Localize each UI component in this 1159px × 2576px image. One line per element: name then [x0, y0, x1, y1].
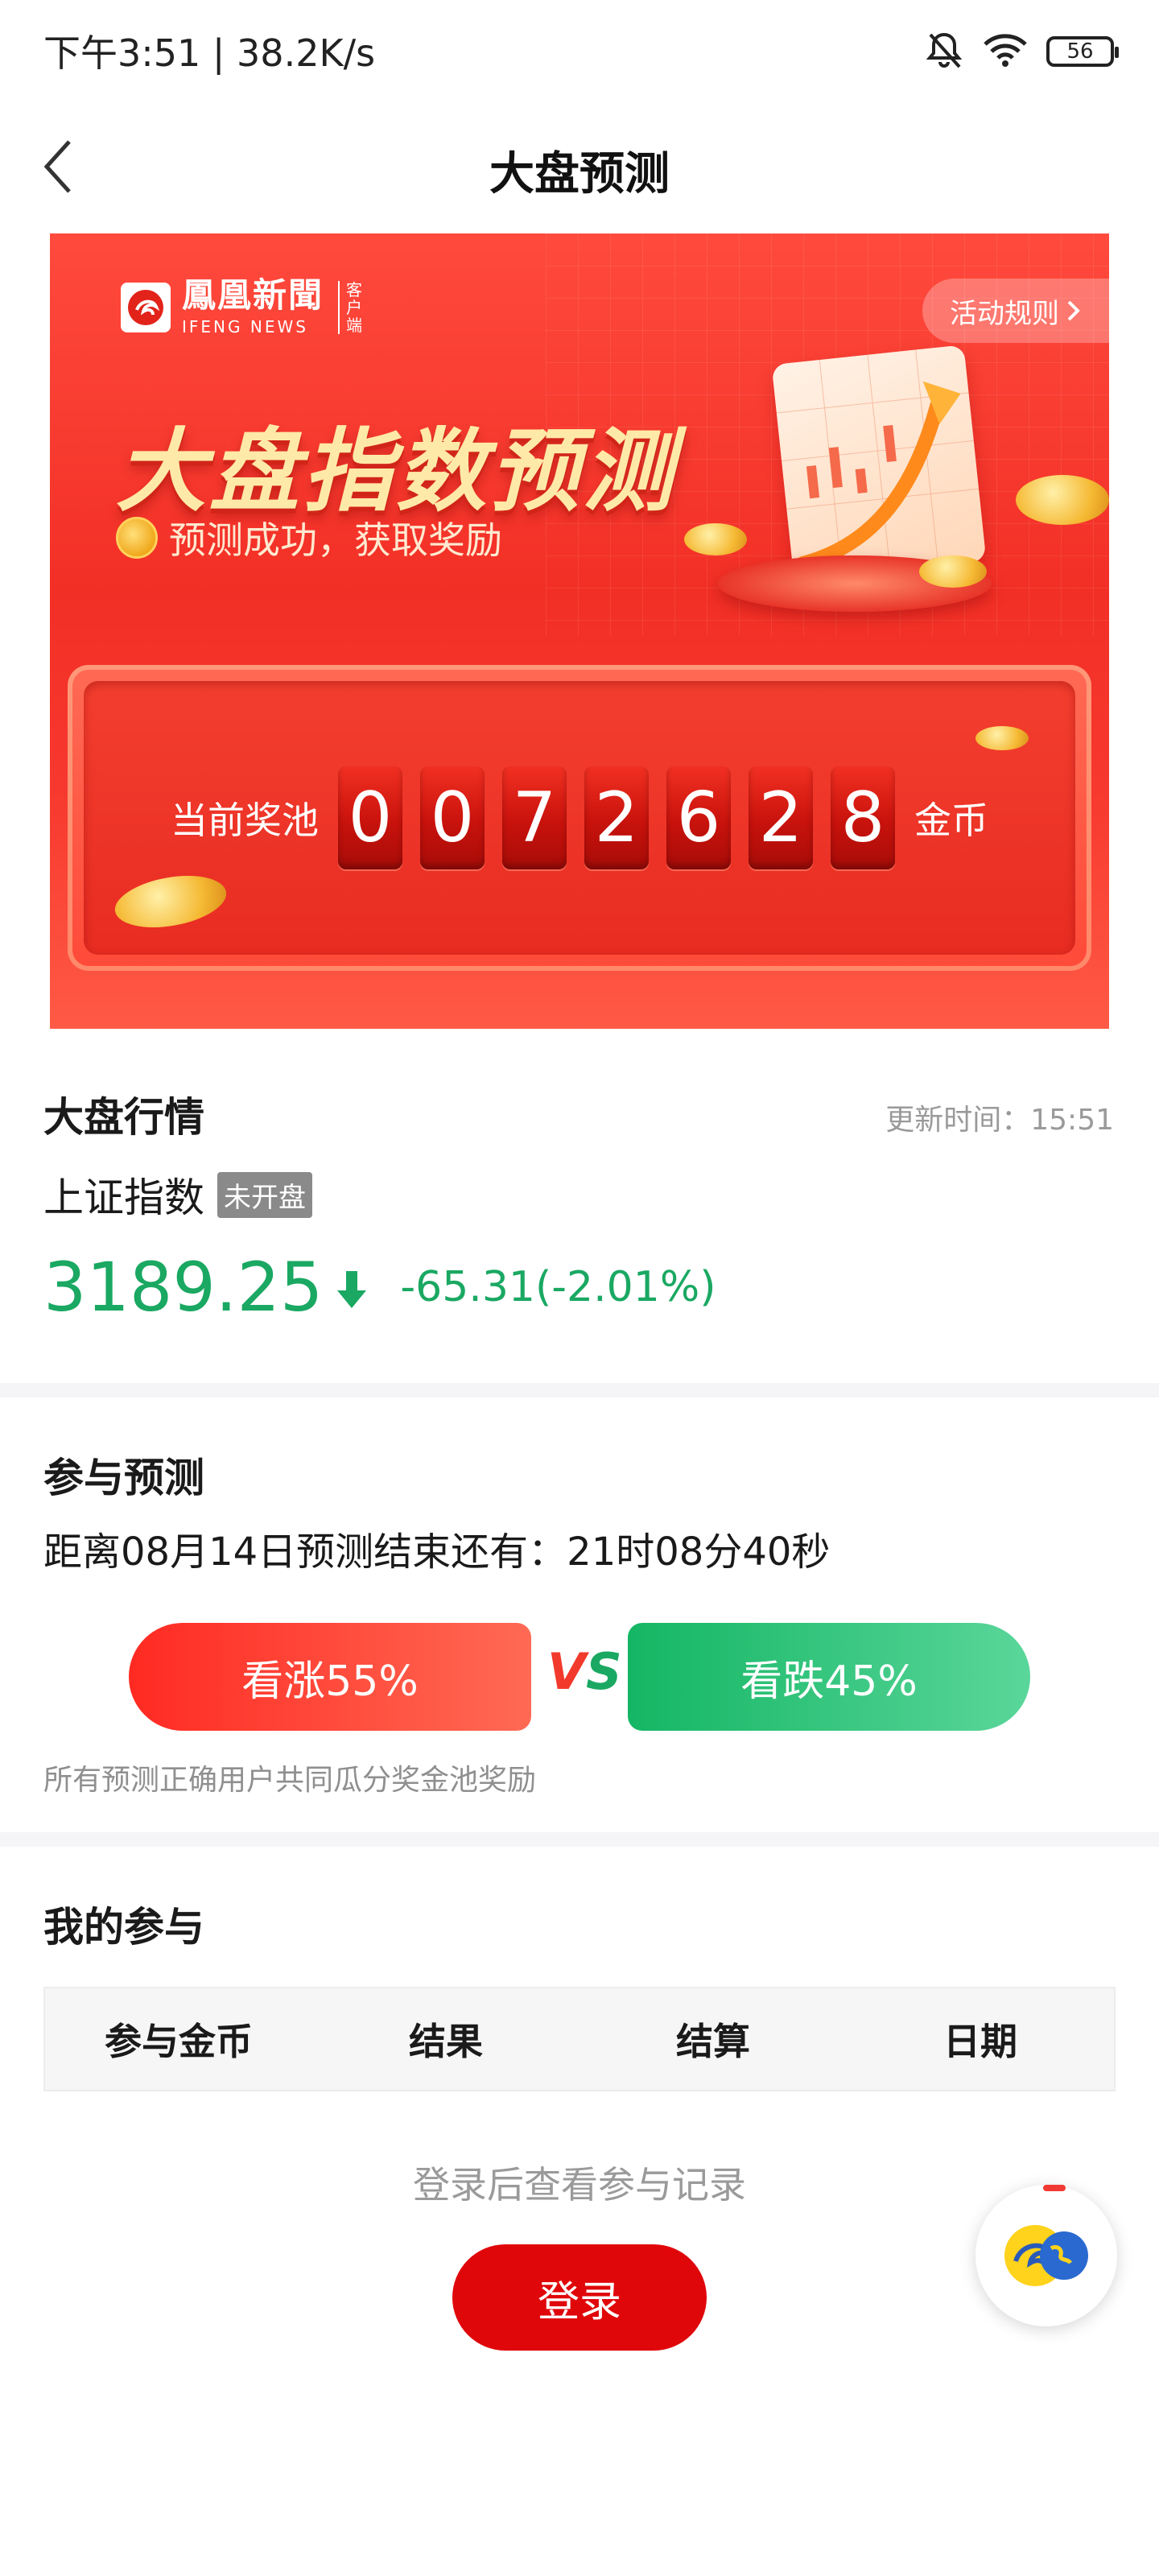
candlestick-chart-illustration — [771, 345, 987, 581]
prize-pool-inner: 当前奖池 0 0 7 2 6 2 8 金币 — [84, 681, 1075, 955]
price-row: 3189.25 -65.31(-2.01%) — [43, 1248, 716, 1327]
floating-badge-indicator — [1043, 2185, 1066, 2191]
vs-s: S — [585, 1642, 622, 1701]
market-title: 大盘行情 — [43, 1094, 204, 1141]
pool-digit: 0 — [338, 766, 402, 869]
pool-digit: 2 — [584, 766, 649, 869]
records-table-header: 参与金币 结果 结算 日期 — [43, 1987, 1116, 2091]
vs-label: VS — [547, 1642, 622, 1701]
floating-ifeng-button[interactable] — [975, 2185, 1117, 2326]
coin-decoration — [975, 726, 1029, 750]
section-divider — [0, 1832, 1159, 1847]
pool-digit: 2 — [749, 766, 813, 869]
pool-unit: 金币 — [914, 799, 988, 842]
pool-label: 当前奖池 — [171, 799, 319, 842]
promo-banner: 鳳凰新聞 IFENG NEWS 客户端 活动规则 大盘指数预测 预测成功，获取奖… — [50, 233, 1109, 1029]
logo-sub: IFENG NEWS — [182, 317, 308, 336]
update-time: 更新时间：15:51 — [885, 1104, 1114, 1137]
banner-subtitle: 预测成功，获取奖励 — [116, 511, 502, 564]
vs-v: V — [547, 1642, 586, 1701]
ifeng-logo: 鳳凰新聞 IFENG NEWS 客户端 — [121, 279, 364, 336]
arrow-down-icon — [336, 1265, 368, 1310]
index-change: -65.31(-2.01%) — [400, 1263, 716, 1311]
activity-rules-button[interactable]: 活动规则 — [922, 279, 1109, 343]
chevron-right-icon — [1067, 300, 1080, 321]
index-name: 上证指数 — [43, 1174, 204, 1221]
column-header: 结算 — [676, 2020, 750, 2063]
prize-pool-row: 当前奖池 0 0 7 2 6 2 8 金币 — [84, 762, 1075, 874]
section-divider — [0, 1383, 1159, 1397]
countdown-text: 距离08月14日预测结束还有：21时08分40秒 — [43, 1530, 831, 1575]
vote-row: 看涨55% VS 看跌45% — [129, 1623, 1030, 1731]
logo-words: 鳳凰新聞 IFENG NEWS — [182, 275, 324, 337]
coin-icon — [116, 517, 158, 559]
participate-title: 参与预测 — [43, 1455, 204, 1501]
pool-digit: 7 — [502, 766, 567, 869]
vote-rise-button[interactable]: 看涨55% — [129, 1623, 531, 1731]
market-status-badge: 未开盘 — [217, 1171, 312, 1218]
status-icons: 56 — [924, 27, 1119, 76]
pool-digit: 8 — [831, 766, 895, 869]
ifeng-logo-icon — [121, 283, 171, 332]
status-bar: 下午3:51 | 38.2K/s 56 — [0, 0, 1159, 101]
market-section: 大盘行情 更新时间：15:51 上证指数 未开盘 3189.25 -65.31(… — [0, 1029, 1159, 1383]
coin-decoration — [684, 523, 747, 555]
prize-note: 所有预测正确用户共同瓜分奖金池奖励 — [43, 1764, 537, 1797]
wifi-icon — [982, 31, 1029, 72]
mute-bell-icon — [924, 30, 964, 73]
logo-side: 客户端 — [338, 281, 364, 334]
page-title: 大盘预测 — [489, 148, 670, 200]
participate-section: 参与预测 距离08月14日预测结束还有：21时08分40秒 看涨55% VS 看… — [0, 1397, 1159, 1832]
logo-text: 鳳凰新聞 — [182, 275, 324, 315]
vote-fall-button[interactable]: 看跌45% — [628, 1623, 1030, 1731]
nav-header: 大盘预测 — [0, 101, 1159, 233]
login-button[interactable]: 登录 — [452, 2244, 707, 2351]
rules-label: 活动规则 — [950, 297, 1059, 330]
column-header: 参与金币 — [105, 2020, 253, 2063]
battery-icon: 56 — [1046, 36, 1119, 67]
index-price: 3189.25 — [43, 1248, 324, 1327]
prize-pool-panel: 当前奖池 0 0 7 2 6 2 8 金币 — [68, 665, 1091, 971]
pool-digit: 6 — [666, 766, 731, 869]
banner-subtitle-text: 预测成功，获取奖励 — [169, 518, 502, 562]
column-header: 日期 — [943, 2020, 1017, 2063]
status-time: 下午3:51 | 38.2K/s — [43, 31, 376, 75]
banner-title: 大盘指数预测 — [116, 419, 676, 524]
coin-decoration — [919, 555, 987, 588]
ifeng-globe-icon — [1004, 2225, 1088, 2286]
my-participation-title: 我的参与 — [43, 1904, 204, 1951]
my-participation-section: 我的参与 参与金币 结果 结算 日期 登录后查看参与记录 登录 — [0, 1847, 1159, 2576]
empty-records-note: 登录后查看参与记录 — [413, 2163, 746, 2207]
column-header: 结果 — [409, 2020, 483, 2063]
index-name-row: 上证指数 未开盘 — [43, 1166, 312, 1224]
pool-digits: 0 0 7 2 6 2 8 — [338, 766, 895, 869]
pool-digit: 0 — [420, 766, 485, 869]
coin-decoration — [1016, 475, 1109, 525]
